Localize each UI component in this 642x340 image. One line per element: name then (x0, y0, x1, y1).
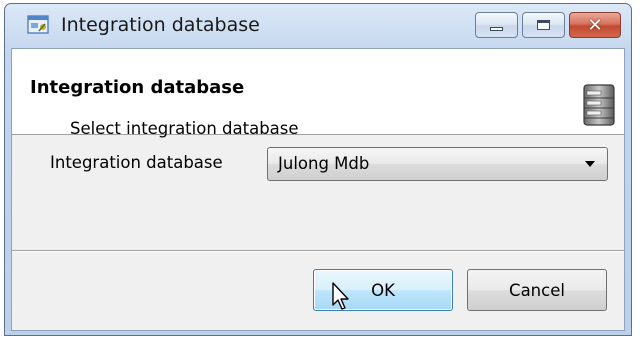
ok-button-label: OK (371, 280, 395, 300)
chevron-down-icon (585, 161, 595, 167)
cancel-button-label: Cancel (509, 280, 565, 300)
selected-value: Julong Mdb (278, 154, 370, 173)
maximize-icon (537, 20, 550, 30)
title-bar[interactable]: Integration database ✕ (5, 4, 631, 48)
footer-divider (12, 250, 624, 252)
close-button[interactable]: ✕ (569, 12, 621, 38)
header-title: Integration database (30, 77, 245, 98)
integration-database-select[interactable]: Julong Mdb (267, 147, 608, 181)
header-subtitle: Select integration database (70, 119, 299, 138)
close-icon: ✕ (587, 14, 603, 36)
minimize-icon (490, 27, 503, 31)
window-title: Integration database (61, 14, 260, 36)
integration-database-label: Integration database (50, 153, 223, 172)
dialog-client-area: Integration database Select integration … (11, 48, 625, 331)
window-controls: ✕ (475, 12, 621, 40)
ok-button[interactable]: OK (313, 269, 453, 311)
database-icon (583, 84, 615, 126)
dialog-window: Integration database ✕ Integration datab… (4, 3, 632, 336)
cancel-button[interactable]: Cancel (467, 269, 607, 311)
window-app-icon (27, 15, 49, 34)
minimize-button[interactable] (475, 12, 518, 38)
header-panel: Integration database Select integration … (12, 49, 624, 138)
maximize-button[interactable] (522, 12, 565, 38)
